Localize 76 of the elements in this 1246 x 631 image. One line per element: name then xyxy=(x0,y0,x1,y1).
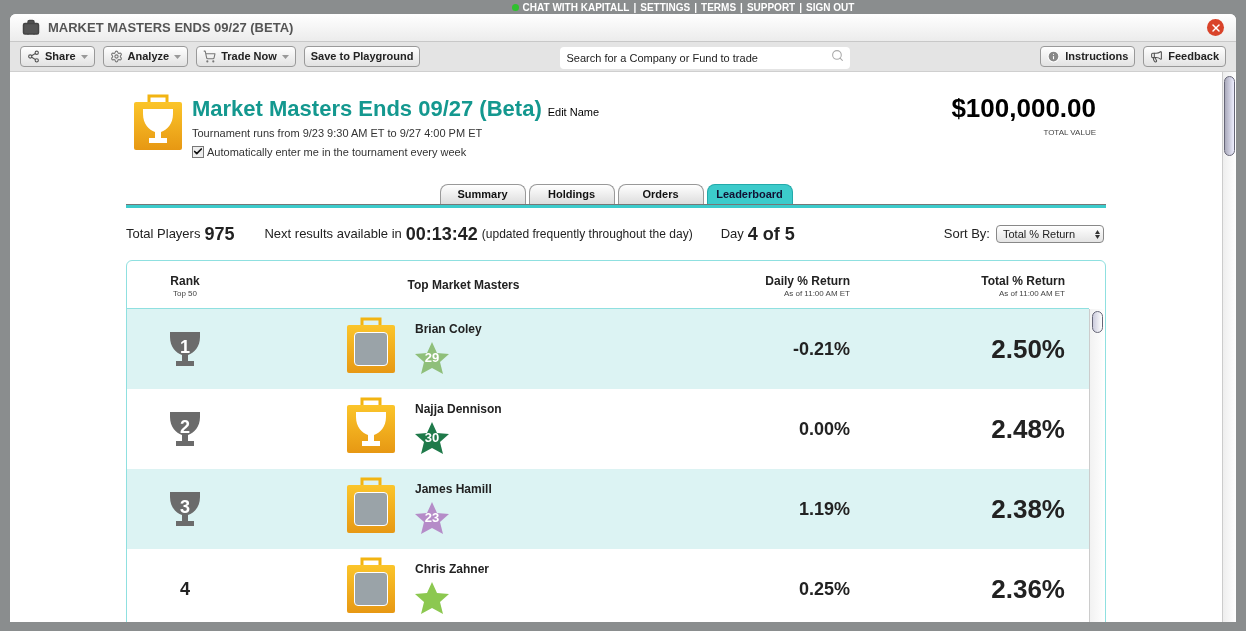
daily-return: 0.25% xyxy=(798,577,850,601)
total-return: 2.38% xyxy=(991,492,1065,526)
level-number: 23 xyxy=(424,509,440,528)
column-subtitle: As of 11:00 AM ET xyxy=(783,289,850,298)
tab[interactable]: Summary xyxy=(439,184,526,204)
caret-icon xyxy=(80,54,88,59)
sort-dropdown[interactable]: Total % Return xyxy=(996,225,1104,243)
toolbar-button[interactable]: Share xyxy=(20,46,95,67)
day-label: Day xyxy=(720,225,744,244)
link-separator: | xyxy=(799,0,803,15)
briefcase-icon xyxy=(22,18,40,37)
player-name: Najja Dennison xyxy=(415,401,502,418)
total-return: 2.50% xyxy=(991,332,1065,366)
edit-name-link[interactable]: Edit Name xyxy=(547,104,600,121)
player-name: Brian Coley xyxy=(415,321,482,338)
toolbar-button[interactable]: Instructions xyxy=(1040,46,1136,67)
auto-enter-label: Automatically enter me in the tournament every week xyxy=(207,144,467,160)
level-number: 30 xyxy=(424,429,440,448)
window-title: MARKET MASTERS ENDS 09/27 (BETA) xyxy=(48,18,294,37)
toolbar-button[interactable]: Feedback xyxy=(1143,46,1226,67)
photo-placeholder xyxy=(354,332,388,366)
players-label: Total Players xyxy=(126,225,201,244)
player-name: Chris Zahner xyxy=(415,561,489,578)
players-count: 975 xyxy=(204,222,235,246)
caret-icon xyxy=(174,54,182,59)
rank-number: 4 xyxy=(180,577,190,601)
link-separator: | xyxy=(740,0,743,15)
table-scrollbar[interactable] xyxy=(1089,309,1105,622)
sort-label: Sort By: xyxy=(943,225,990,244)
close-icon xyxy=(1209,21,1222,34)
column-subtitle: Top 50 xyxy=(173,289,197,298)
toolbar-button[interactable]: Trade Now xyxy=(196,46,296,67)
next-results-label: Next results available in xyxy=(264,225,402,244)
total-value: $100,000.00 xyxy=(951,92,1096,125)
toolbar-button[interactable]: Analyze xyxy=(102,46,189,67)
player-name: James Hamill xyxy=(415,481,492,498)
column-header: Daily % Return xyxy=(765,272,850,290)
photo-placeholder xyxy=(354,492,388,526)
close-button[interactable] xyxy=(1207,19,1224,36)
daily-return: 1.19% xyxy=(798,497,850,521)
column-header: Rank xyxy=(170,272,200,290)
column-subtitle: As of 11:00 AM ET xyxy=(998,289,1065,298)
rank-number: 2 xyxy=(180,416,190,439)
total-return: 2.36% xyxy=(991,572,1065,606)
tab[interactable]: Orders xyxy=(617,184,704,204)
level-number: 29 xyxy=(424,349,440,368)
column-header: Total % Return xyxy=(981,272,1065,290)
tab[interactable]: Holdings xyxy=(528,184,615,204)
total-return: 2.48% xyxy=(991,412,1065,446)
search-field[interactable]: Search for a Company or Fund to trade xyxy=(560,46,851,69)
link-separator: | xyxy=(633,0,637,15)
photo-placeholder xyxy=(354,572,388,606)
search-icon xyxy=(831,48,845,62)
page-scrollbar[interactable] xyxy=(1222,72,1236,622)
updown-arrows-icon xyxy=(1095,229,1100,239)
share-icon xyxy=(27,50,40,63)
day-count: 4 of 5 xyxy=(747,222,795,246)
toolbar-button[interactable]: Save to Playground xyxy=(303,46,421,67)
cart-icon xyxy=(203,50,217,63)
schedule-text: Tournament runs from 9/23 9:30 AM ET to 9/27 4:00 PM ET xyxy=(192,126,484,141)
auto-enter-checkbox[interactable] xyxy=(192,145,204,158)
column-header: Top Market Masters xyxy=(407,276,520,294)
rank-number: 3 xyxy=(180,496,190,519)
caret-icon xyxy=(281,54,289,59)
megaphone-icon xyxy=(1150,50,1164,63)
daily-return: -0.21% xyxy=(792,337,850,361)
tournament-title: Market Masters Ends 09/27 (Beta) xyxy=(192,95,542,123)
info-icon xyxy=(1047,50,1061,63)
tab[interactable]: Leaderboard xyxy=(706,184,793,204)
gear-icon xyxy=(109,50,123,63)
link-separator: | xyxy=(694,0,698,15)
total-value-label: TOTAL VALUE xyxy=(1043,126,1096,139)
update-note: (updated frequently throughout the day) xyxy=(481,226,693,243)
countdown: 00:13:42 xyxy=(405,222,478,246)
daily-return: 0.00% xyxy=(798,417,850,441)
rank-number: 1 xyxy=(180,336,190,359)
